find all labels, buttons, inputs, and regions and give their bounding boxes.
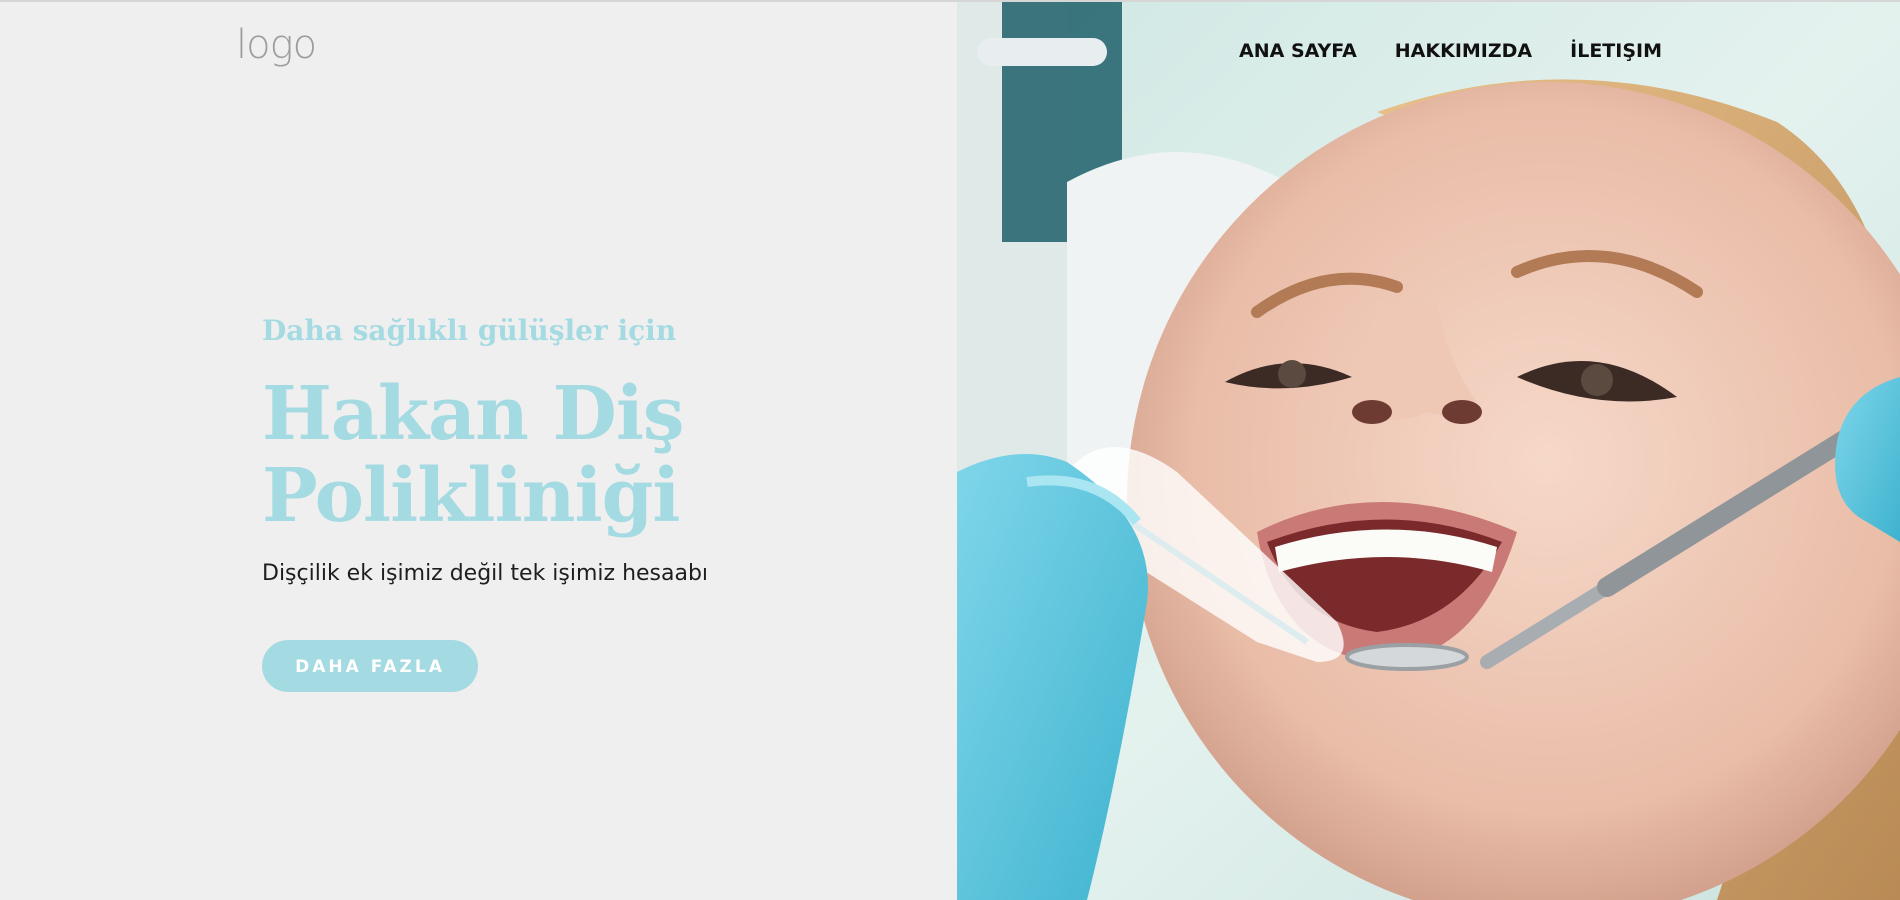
hero-left-panel: logo Daha sağlıklı gülüşler için Hakan D… [0, 2, 957, 900]
hero-subtitle: Dişçilik ek işimiz değil tek işimiz hesa… [262, 561, 709, 586]
hero-content: Daha sağlıklı gülüşler için Hakan Diş Po… [262, 314, 882, 692]
hero-title: Hakan Diş Polikliniği [262, 373, 882, 537]
dental-patient-illustration [957, 2, 1900, 900]
hero-photo [957, 2, 1900, 900]
site-logo[interactable]: logo [236, 22, 317, 68]
nav-home[interactable]: ANA SAYFA [1239, 40, 1357, 62]
hero-title-line-1: Hakan Diş [262, 371, 685, 457]
nav-contact[interactable]: İLETIŞIM [1570, 40, 1662, 62]
hero-title-line-2: Polikliniği [262, 453, 680, 539]
nav-about[interactable]: HAKKIMIZDA [1395, 40, 1532, 62]
hero-tagline: Daha sağlıklı gülüşler için [262, 314, 677, 347]
more-button[interactable]: DAHA FAZLA [262, 640, 478, 692]
main-nav: ANA SAYFA HAKKIMIZDA İLETIŞIM [1239, 40, 1662, 62]
